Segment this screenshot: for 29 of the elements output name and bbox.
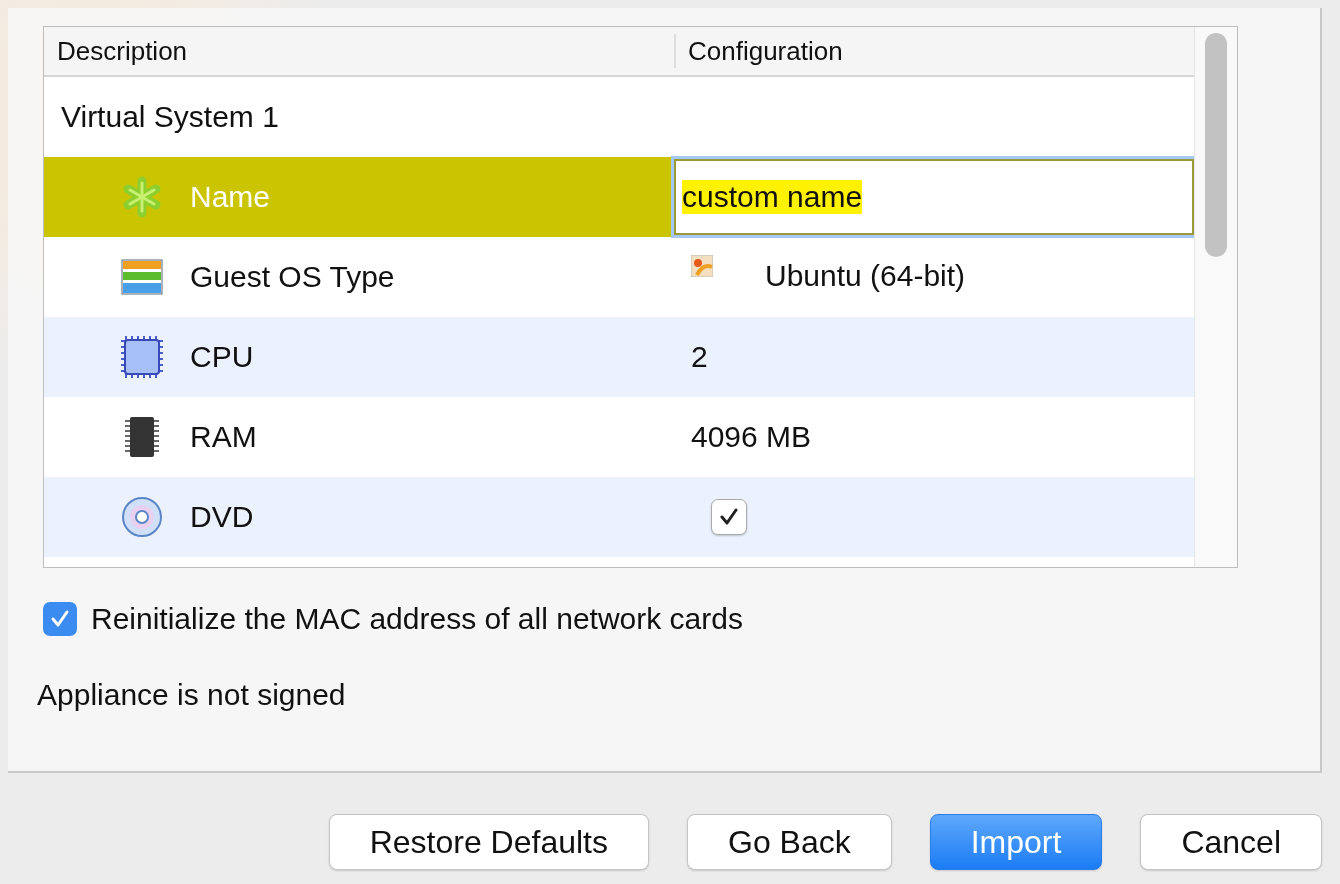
- dialog-button[interactable]: Restore Defaults: [328, 814, 649, 870]
- color-bars-icon: [121, 259, 163, 295]
- checkbox-label[interactable]: Reinitialize the MAC address of all network cards: [91, 602, 743, 636]
- property-value: 4096 MB: [691, 420, 812, 454]
- dialog-button[interactable]: Cancel: [1140, 814, 1322, 870]
- checkbox[interactable]: [43, 602, 77, 636]
- property-label: CPU: [190, 340, 254, 374]
- table-row[interactable]: Guest OS Type Ubuntu (64-bit): [44, 237, 1194, 317]
- column-header[interactable]: Configuration: [674, 34, 843, 68]
- property-label: DVD: [190, 500, 254, 534]
- checkbox[interactable]: [711, 499, 747, 535]
- name-input-field[interactable]: custom name: [674, 159, 1194, 235]
- property-value: Ubuntu (64-bit): [765, 259, 966, 293]
- scrollbar-thumb[interactable]: [1205, 33, 1227, 257]
- property-label: Name: [190, 180, 271, 214]
- group-label[interactable]: Virtual System 1: [61, 100, 279, 134]
- property-label: RAM: [190, 420, 257, 454]
- table-row[interactable]: RAM 4096 MB: [44, 397, 1194, 477]
- signature-status: Appliance is not signed: [37, 678, 347, 712]
- dialog-button[interactable]: Go Back: [687, 814, 892, 870]
- os-logo-icon: [691, 255, 713, 277]
- disc-icon: [120, 495, 164, 539]
- property-value: 2: [691, 340, 708, 374]
- memory-chip-icon: [124, 415, 160, 459]
- property-label: Guest OS Type: [190, 260, 395, 294]
- column-header[interactable]: Description: [44, 35, 674, 67]
- scrollbar[interactable]: [1194, 27, 1237, 567]
- table-row[interactable]: DVD: [44, 477, 1194, 557]
- table-row[interactable]: CPU 2: [44, 317, 1194, 397]
